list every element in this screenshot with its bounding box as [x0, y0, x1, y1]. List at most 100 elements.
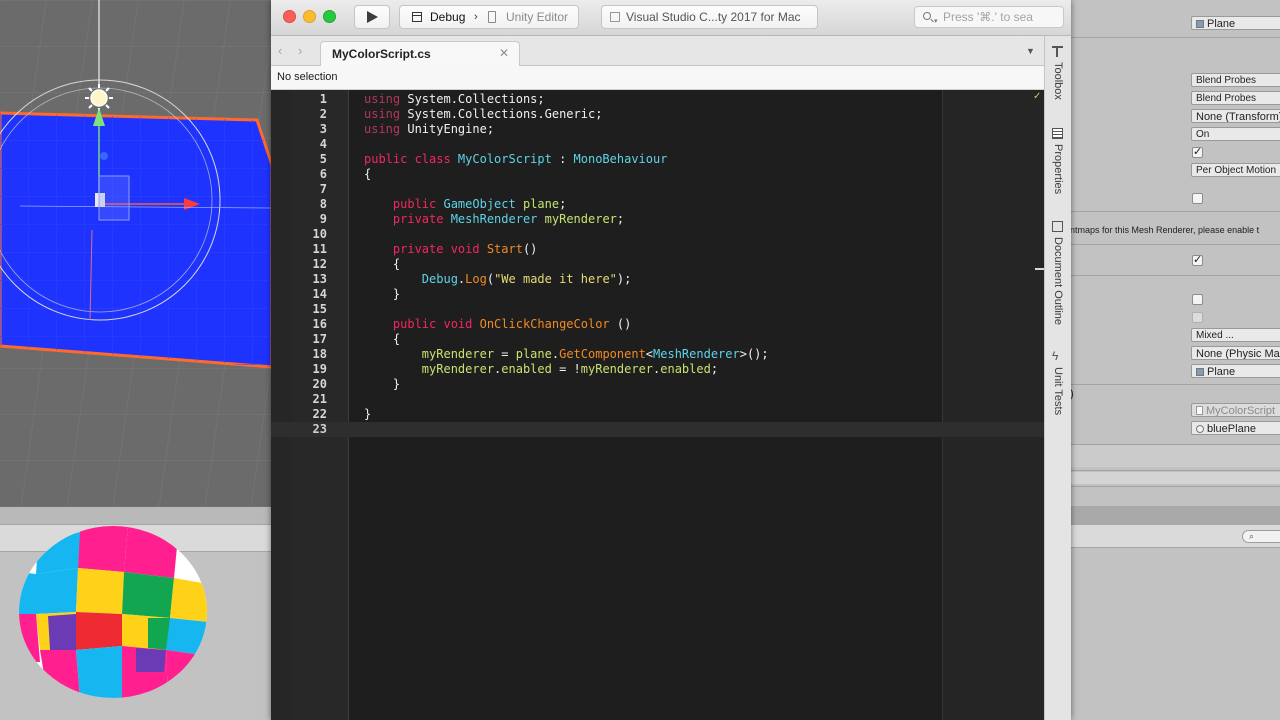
code-line[interactable]: 6{ [271, 167, 1044, 182]
code-line[interactable]: 11 private void Start() [271, 242, 1044, 257]
tab-mycolorscript[interactable]: MyColorScript.cs ✕ [320, 41, 520, 66]
code-line[interactable]: 19 myRenderer.enabled = !myRenderer.enab… [271, 362, 1044, 377]
line-number: 13 [312, 272, 327, 286]
code-text[interactable]: private void Start() [364, 242, 538, 257]
code-editor[interactable]: 1 using System.Collections; 2 using System.… [271, 90, 1044, 720]
code-text[interactable]: public void OnClickChangeColor () [364, 317, 631, 332]
code-text[interactable]: Debug.Log("We made it here"); [364, 272, 632, 287]
code-text[interactable]: using System.Collections; [364, 92, 545, 107]
line-number: 6 [319, 167, 327, 181]
search-box[interactable]: ▾ [914, 6, 1064, 28]
unity-scene-view[interactable] [0, 0, 272, 507]
scene-canvas[interactable] [0, 0, 272, 507]
scrollbar-marker[interactable] [1035, 268, 1044, 270]
code-line[interactable]: 9 private MeshRenderer myRenderer; [271, 212, 1044, 227]
code-text[interactable]: public GameObject plane; [364, 197, 566, 212]
code-line[interactable]: 14 } [271, 287, 1044, 302]
code-line[interactable]: 15 [271, 302, 1044, 317]
code-text[interactable]: } [364, 407, 371, 422]
line-number: 21 [312, 392, 327, 406]
receive-shadows-checkbox[interactable]: ✓ [1192, 147, 1203, 158]
code-token: plane [515, 347, 552, 361]
pad-label-unit-tests: Unit Tests [1052, 367, 1064, 416]
cast-shadows-dropdown[interactable]: On [1191, 127, 1280, 141]
code-line[interactable]: 5 public class MyColorScript : MonoBehavi… [271, 152, 1044, 167]
navigate-back-icon[interactable]: ‹ [278, 43, 282, 58]
selection-path-bar[interactable]: No selection [271, 66, 1044, 90]
code-text[interactable]: { [364, 257, 400, 272]
code-line[interactable]: 1 using System.Collections; [271, 92, 1044, 107]
code-text[interactable]: public class MyColorScript : MonoBehavio… [364, 152, 667, 167]
is-trigger-checkbox[interactable] [1192, 312, 1203, 323]
code-line[interactable]: 18 myRenderer = plane.GetComponent<MeshR… [271, 347, 1044, 362]
code-text[interactable]: } [364, 377, 400, 392]
code-text[interactable]: { [364, 332, 400, 347]
code-line[interactable]: 4 [271, 137, 1044, 152]
code-line[interactable]: 7 [271, 182, 1044, 197]
dynamic-occluded-checkbox[interactable] [1192, 193, 1203, 204]
code-line[interactable]: 2 using System.Collections.Generic; [271, 107, 1044, 122]
mesh-field[interactable]: Plane [1191, 364, 1280, 378]
code-token: Log [465, 272, 487, 286]
code-line[interactable]: 16 public void OnClickChangeColor () [271, 317, 1044, 332]
divider [1070, 244, 1280, 245]
line-number: 7 [319, 182, 327, 196]
search-input[interactable] [943, 9, 1061, 25]
tab-overflow-menu-icon[interactable]: ▼ [1026, 46, 1035, 56]
code-line[interactable]: 8 public GameObject plane; [271, 197, 1044, 212]
code-line[interactable]: 23 [271, 422, 1044, 437]
code-line[interactable]: 13 Debug.Log("We made it here"); [271, 272, 1044, 287]
code-token: = ! [551, 362, 581, 376]
code-line[interactable]: 22} [271, 407, 1044, 422]
convex-checkbox[interactable] [1192, 294, 1203, 305]
code-text[interactable]: myRenderer.enabled = !myRenderer.enabled… [364, 362, 718, 377]
motion-vectors-dropdown[interactable]: Per Object Motion [1191, 163, 1280, 177]
collider-enabled-checkbox[interactable]: ✓ [1192, 255, 1203, 266]
cooking-options-dropdown[interactable]: Mixed ... [1191, 328, 1280, 342]
script-field[interactable]: MyColorScript [1191, 403, 1280, 417]
anchor-override-field[interactable]: None (Transform) [1191, 109, 1280, 123]
configuration-label: Debug [430, 10, 466, 24]
close-tab-icon[interactable]: ✕ [499, 46, 509, 60]
configuration-selector[interactable]: Debug › Unity Editor [399, 5, 579, 29]
reflection-probes-dropdown[interactable]: Blend Probes [1191, 91, 1280, 105]
code-text[interactable]: { [364, 167, 371, 182]
code-line[interactable]: 20 } [271, 377, 1044, 392]
side-pad-dock: Toolbox Properties Document Outline ϟ Un… [1044, 36, 1071, 720]
code-line[interactable]: 12 { [271, 257, 1044, 272]
navigate-forward-icon[interactable]: › [298, 43, 302, 58]
line-number: 10 [312, 227, 327, 241]
close-window-button[interactable] [283, 10, 296, 23]
run-button[interactable] [354, 5, 390, 29]
plane-object-field[interactable]: bluePlane [1191, 421, 1280, 435]
material-field[interactable]: Plane [1191, 16, 1280, 30]
code-line[interactable]: 3 using UnityEngine; [271, 122, 1044, 137]
code-text[interactable]: using UnityEngine; [364, 122, 494, 137]
code-line[interactable]: 10 [271, 227, 1044, 242]
code-text[interactable]: myRenderer = plane.GetComponent<MeshRend… [364, 347, 769, 362]
project-search-field[interactable]: ⌕ [1242, 530, 1280, 543]
line-number: 19 [312, 362, 327, 376]
line-number: 9 [319, 212, 327, 226]
maximize-window-button[interactable] [323, 10, 336, 23]
code-line[interactable]: 21 [271, 392, 1044, 407]
code-token: { [364, 167, 372, 181]
code-token: : [551, 152, 574, 166]
code-token: () [609, 317, 632, 331]
code-line[interactable]: 17 { [271, 332, 1044, 347]
configuration-icon [412, 12, 422, 22]
light-probes-dropdown[interactable]: Blend Probes [1191, 73, 1280, 87]
code-token: Debug [421, 272, 458, 286]
code-token: "We made it here" [494, 272, 617, 286]
code-text[interactable]: } [364, 287, 400, 302]
pad-label-document-outline: Document Outline [1052, 237, 1064, 326]
code-text[interactable]: using System.Collections.Generic; [364, 107, 602, 122]
code-text[interactable]: private MeshRenderer myRenderer; [364, 212, 624, 227]
physic-material-field[interactable]: None (Physic Ma [1191, 346, 1280, 360]
line-number: 11 [312, 242, 327, 256]
code-token: using [364, 92, 401, 106]
minimize-window-button[interactable] [303, 10, 316, 23]
